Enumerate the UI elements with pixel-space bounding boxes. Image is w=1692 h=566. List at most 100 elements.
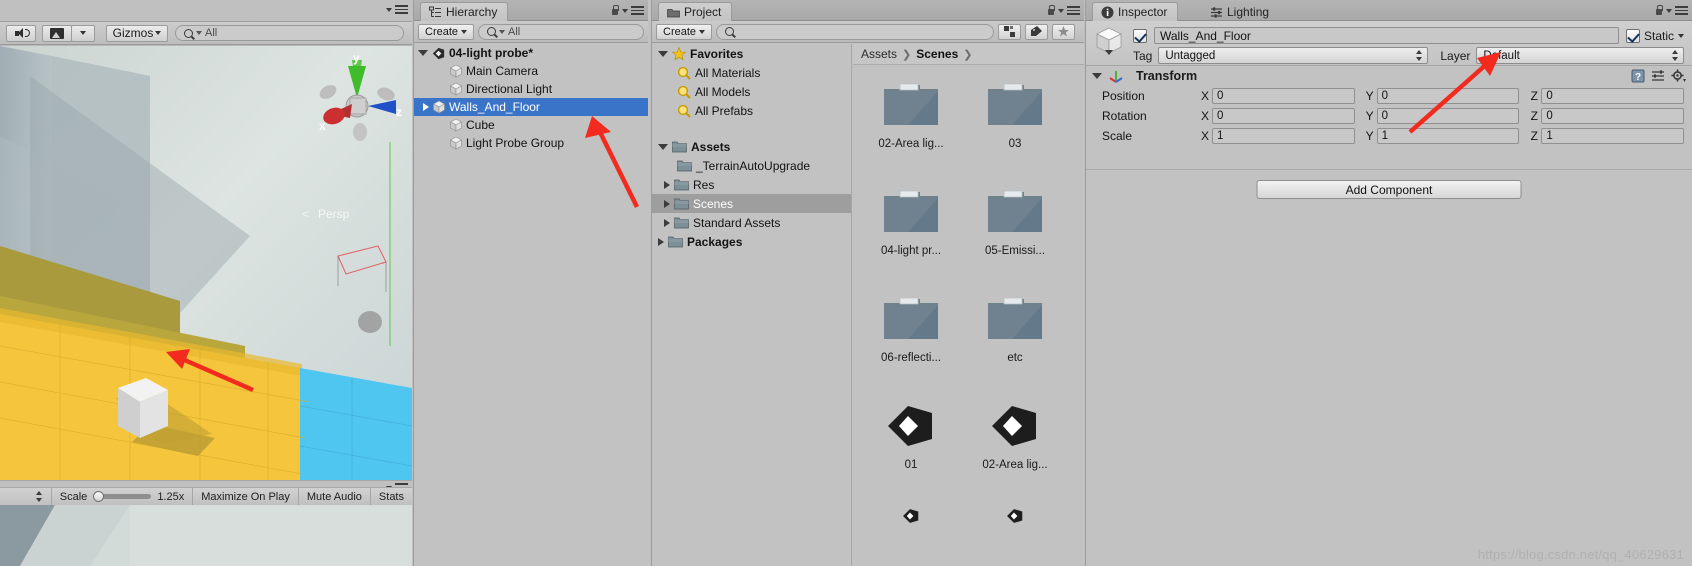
watermark-text: https://blog.csdn.net/qq_40629631	[1477, 547, 1684, 562]
project-search-input[interactable]	[716, 23, 995, 40]
project-tree-item-all-materials[interactable]: All Materials	[652, 63, 851, 82]
inspector-options-menu[interactable]	[1654, 5, 1688, 16]
preset-icon[interactable]	[1651, 69, 1665, 83]
project-tree-item-all-models[interactable]: All Models	[652, 82, 851, 101]
scale-slider[interactable]	[93, 491, 152, 502]
chevron-right-icon[interactable]	[664, 199, 670, 208]
asset-label: 02-Area lig...	[982, 459, 1048, 471]
project-tree-item-packages[interactable]: Packages	[652, 232, 851, 251]
hierarchy-options-menu[interactable]	[610, 5, 644, 16]
scene-viewport[interactable]: Persp < x y z	[0, 46, 412, 480]
hierarchy-scene-row[interactable]: 04-light probe*	[414, 44, 648, 62]
position-z-input[interactable]: 0	[1541, 88, 1685, 104]
hierarchy-item[interactable]: Light Probe Group	[414, 134, 648, 152]
rotation-y-input[interactable]: 0	[1376, 108, 1520, 124]
chevron-down-icon[interactable]	[418, 50, 428, 56]
mute-audio-button[interactable]: Mute Audio	[299, 488, 371, 505]
chevron-down-icon[interactable]	[1105, 50, 1113, 55]
game-viewport[interactable]	[0, 505, 412, 566]
hierarchy-item[interactable]: Main Camera	[414, 62, 648, 80]
scene-fx-dropdown[interactable]	[71, 24, 95, 42]
transform-header[interactable]: Transform ?	[1086, 66, 1692, 86]
chevron-down-icon[interactable]	[1678, 33, 1684, 38]
project-tree-item-res[interactable]: Res	[652, 175, 851, 194]
asset-item[interactable]: 05-Emissi...	[963, 180, 1067, 287]
asset-item[interactable]: 01	[859, 394, 963, 501]
tab-inspector[interactable]: Inspector	[1092, 2, 1179, 21]
chevron-right-icon[interactable]	[664, 218, 670, 227]
breadcrumb-assets[interactable]: Assets	[861, 47, 897, 61]
gear-icon[interactable]	[1671, 69, 1686, 83]
lock-icon[interactable]	[1654, 5, 1663, 16]
hierarchy-create-button[interactable]: Create	[418, 23, 475, 40]
rotation-z-input[interactable]: 0	[1541, 108, 1685, 124]
asset-item[interactable]: etc	[963, 287, 1067, 394]
project-tree-item-scenes[interactable]: Scenes	[652, 194, 851, 213]
asset-item[interactable]: 02-Area lig...	[859, 73, 963, 180]
hierarchy-search-input[interactable]: All	[478, 23, 644, 40]
help-icon[interactable]: ?	[1631, 69, 1645, 83]
hierarchy-item-walls-and-floor[interactable]: Walls_And_Floor	[414, 98, 648, 116]
asset-item[interactable]: 03	[963, 73, 1067, 180]
scale-slider-group[interactable]: Scale 1.25x	[52, 488, 194, 505]
speaker-icon	[15, 27, 30, 39]
scale-y-input[interactable]: 1	[1376, 128, 1520, 144]
rotation-x-input[interactable]: 0	[1212, 108, 1355, 124]
project-tree-item-terrainautoupgrade[interactable]: _TerrainAutoUpgrade	[652, 156, 851, 175]
project-tree-label: All Materials	[695, 65, 761, 80]
gizmos-button[interactable]: Gizmos	[106, 24, 168, 42]
scale-z-input[interactable]: 1	[1541, 128, 1685, 144]
project-tree-item-favorites[interactable]: Favorites	[652, 44, 851, 63]
slider-knob[interactable]	[93, 491, 105, 502]
lock-icon[interactable]	[1046, 5, 1055, 16]
aspect-dropdown[interactable]	[0, 488, 52, 505]
scene-fx-button[interactable]	[42, 24, 72, 42]
project-tree-label: Assets	[691, 139, 731, 154]
asset-item[interactable]: 02-Area lig...	[963, 394, 1067, 501]
layer-dropdown[interactable]: Default	[1476, 47, 1684, 64]
maximize-on-play-button[interactable]: Maximize On Play	[193, 488, 299, 505]
breadcrumb-scenes[interactable]: Scenes	[916, 47, 958, 61]
chevron-right-icon[interactable]	[423, 103, 429, 111]
project-asset-grid[interactable]: Assets ❯ Scenes ❯ 02-Area lig... 03 04-l…	[853, 44, 1084, 566]
object-name-input[interactable]: Walls_And_Floor	[1154, 27, 1619, 44]
asset-item[interactable]	[859, 501, 963, 525]
chevron-right-icon[interactable]	[658, 237, 664, 246]
project-tree-item-all-prefabs[interactable]: All Prefabs	[652, 101, 851, 120]
object-enabled-checkbox[interactable]	[1133, 28, 1147, 43]
static-flags-group[interactable]: Static	[1625, 28, 1684, 43]
chevron-down-icon[interactable]	[658, 50, 668, 57]
filter-by-type-button[interactable]	[998, 23, 1022, 40]
lock-icon[interactable]	[610, 5, 619, 16]
project-tree-item-assets[interactable]: Assets	[652, 137, 851, 156]
favorite-button[interactable]	[1052, 23, 1076, 40]
chevron-right-icon[interactable]	[664, 180, 670, 189]
project-folder-tree[interactable]: Favorites All Materials All Models All P…	[652, 44, 852, 566]
hierarchy-item[interactable]: Directional Light	[414, 80, 648, 98]
project-create-button[interactable]: Create	[656, 23, 713, 40]
scale-x-input[interactable]: 1	[1212, 128, 1355, 144]
hierarchy-item[interactable]: Cube	[414, 116, 648, 134]
chevron-down-icon[interactable]	[1092, 73, 1102, 79]
scene-view-options-menu[interactable]	[386, 5, 408, 14]
tab-lighting[interactable]: Lighting	[1201, 2, 1280, 21]
position-x-input[interactable]: 0	[1212, 88, 1355, 104]
project-tree-item-standard-assets[interactable]: Standard Assets	[652, 213, 851, 232]
static-checkbox[interactable]	[1625, 28, 1640, 43]
scene-search-input[interactable]: All	[175, 25, 404, 41]
position-y-input[interactable]: 0	[1376, 88, 1520, 104]
project-options-menu[interactable]	[1046, 5, 1080, 16]
tab-hierarchy[interactable]: Hierarchy	[420, 2, 509, 21]
tag-dropdown[interactable]: Untagged	[1158, 47, 1429, 64]
asset-item[interactable]: 04-light pr...	[859, 180, 963, 287]
stats-button[interactable]: Stats	[371, 488, 412, 505]
filter-by-label-button[interactable]	[1025, 23, 1049, 40]
chevron-down-icon[interactable]	[658, 143, 668, 150]
hierarchy-tree[interactable]: 04-light probe* Main Camera Directional …	[414, 44, 648, 566]
add-component-button[interactable]: Add Component	[1256, 180, 1522, 199]
tab-project[interactable]: Project	[658, 2, 733, 21]
audio-toggle-button[interactable]	[6, 24, 36, 42]
inspector-object-header: Walls_And_Floor Static Tag Untagged Laye…	[1086, 21, 1692, 66]
asset-item[interactable]: 06-reflecti...	[859, 287, 963, 394]
asset-item[interactable]	[963, 501, 1067, 525]
